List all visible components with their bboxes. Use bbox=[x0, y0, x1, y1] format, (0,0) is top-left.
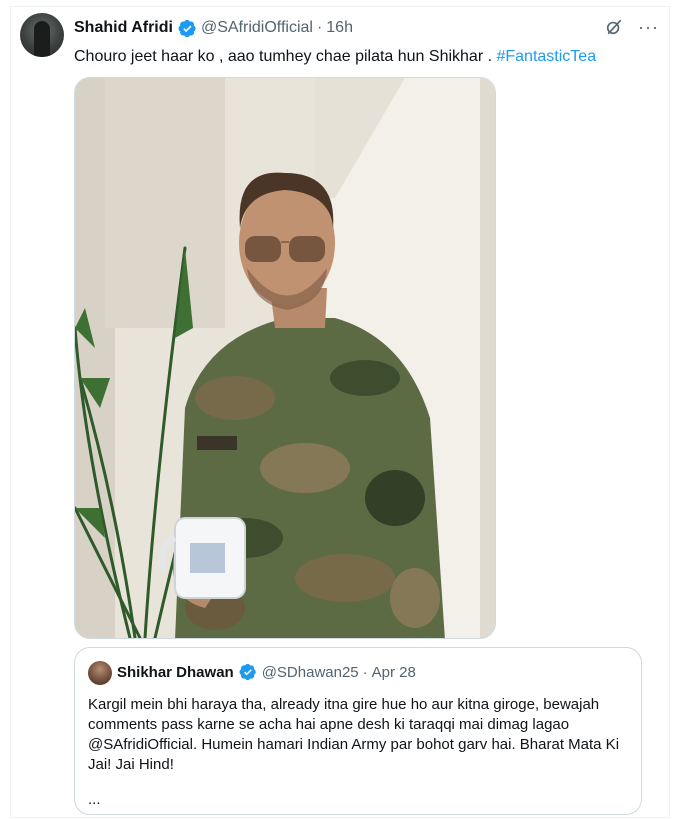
avatar-figure bbox=[34, 21, 50, 57]
quoted-tweet-text: Kargil mein bhi haraya tha, already itna… bbox=[88, 696, 620, 773]
separator-dot: · bbox=[362, 664, 368, 681]
quoted-author-name[interactable]: Shikhar Dhawan bbox=[117, 664, 234, 681]
photo-illustration bbox=[75, 78, 495, 638]
quoted-tweet[interactable]: Shikhar Dhawan @SDhawan25 · Apr 28 Kargi… bbox=[74, 647, 642, 815]
quoted-author-avatar[interactable] bbox=[88, 661, 112, 685]
hashtag-link[interactable]: #FantasticTea bbox=[496, 48, 596, 65]
tweet-card[interactable]: Shahid Afridi @SAfridiOfficial · 16h ··· bbox=[10, 6, 670, 818]
tweet-text-main: Chouro jeet haar ko , aao tumhey chae pi… bbox=[74, 48, 497, 65]
verified-badge-icon bbox=[239, 663, 258, 682]
header-actions: ··· bbox=[604, 17, 659, 37]
quoted-tweet-header: Shikhar Dhawan @SDhawan25 · Apr 28 bbox=[117, 663, 416, 682]
quoted-author-handle[interactable]: @SDhawan25 bbox=[262, 664, 359, 681]
tweet-time[interactable]: 16h bbox=[326, 19, 353, 37]
author-avatar[interactable] bbox=[20, 13, 64, 57]
more-options-icon[interactable]: ··· bbox=[638, 18, 659, 36]
tweet-header: Shahid Afridi @SAfridiOfficial · 16h bbox=[74, 17, 659, 39]
grok-icon[interactable] bbox=[604, 17, 624, 37]
author-handle[interactable]: @SAfridiOfficial bbox=[201, 19, 313, 37]
tweet-photo[interactable] bbox=[74, 77, 496, 639]
quoted-tweet-truncation: ... bbox=[88, 791, 101, 808]
separator-dot: · bbox=[316, 19, 323, 36]
author-name[interactable]: Shahid Afridi bbox=[74, 19, 173, 37]
quoted-tweet-date[interactable]: Apr 28 bbox=[372, 664, 416, 681]
page: Shahid Afridi @SAfridiOfficial · 16h ··· bbox=[0, 0, 685, 820]
tweet-text: Chouro jeet haar ko , aao tumhey chae pi… bbox=[74, 47, 596, 67]
verified-badge-icon bbox=[178, 19, 197, 38]
